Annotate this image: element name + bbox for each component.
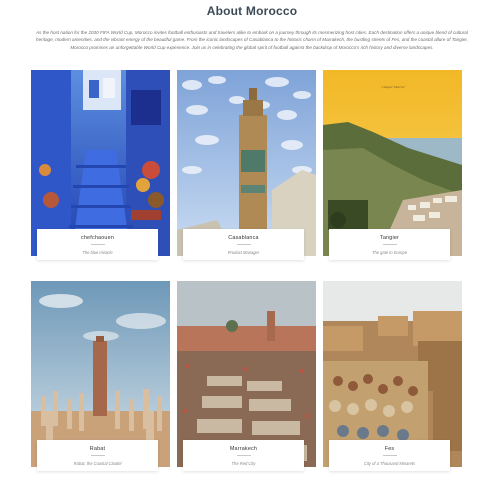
city-card-marrakech[interactable]: Marrakech The Red City: [177, 281, 316, 471]
caption-divider: [236, 244, 251, 245]
city-tagline: Rabat, the Coastal Citadel: [73, 461, 122, 466]
rabat-caption: Rabat Rabat, the Coastal Citadel: [37, 440, 158, 471]
marrakech-caption: Marrakech The Red City: [183, 440, 304, 471]
caption-divider: [90, 455, 105, 456]
city-tagline: The gate to Europe: [371, 250, 408, 255]
chefchaouen-caption: chefchaouen The blue miracle: [37, 229, 158, 260]
sun-watermark: Chapter Marché: [381, 85, 405, 89]
city-name: Fes: [384, 446, 395, 452]
caption-divider: [90, 244, 105, 245]
city-name: chefchaouen: [80, 235, 115, 241]
caption-divider: [236, 455, 251, 456]
city-tagline: City of a Thousand Minarets: [363, 461, 416, 466]
city-card-casablanca[interactable]: Casablanca Product Manager: [177, 70, 316, 260]
city-card-rabat[interactable]: Rabat Rabat, the Coastal Citadel: [31, 281, 170, 471]
city-tagline: Product Manager: [227, 250, 260, 255]
city-tagline: The Red City: [231, 461, 256, 466]
tangier-caption: Tangier The gate to Europe: [329, 229, 450, 260]
city-tagline: The blue miracle: [82, 250, 113, 255]
city-card-fes[interactable]: Fes City of a Thousand Minarets: [323, 281, 462, 471]
caption-divider: [382, 244, 397, 245]
intro-paragraph: As the host nation for the 2030 FIFA Wor…: [36, 30, 468, 50]
caption-divider: [382, 455, 397, 456]
city-name: Casablanca: [228, 235, 259, 241]
fes-caption: Fes City of a Thousand Minarets: [329, 440, 450, 471]
city-card-tangier[interactable]: Chapter Marché Tangier The gate to Europ…: [323, 70, 462, 260]
city-name: Marrakech: [229, 446, 258, 452]
casablanca-caption: Casablanca Product Manager: [183, 229, 304, 260]
city-card-chefchaouen[interactable]: chefchaouen The blue miracle: [31, 70, 170, 260]
page-title: About Morocco: [206, 4, 298, 18]
city-name: Tangier: [379, 235, 400, 241]
city-name: Rabat: [89, 446, 106, 452]
